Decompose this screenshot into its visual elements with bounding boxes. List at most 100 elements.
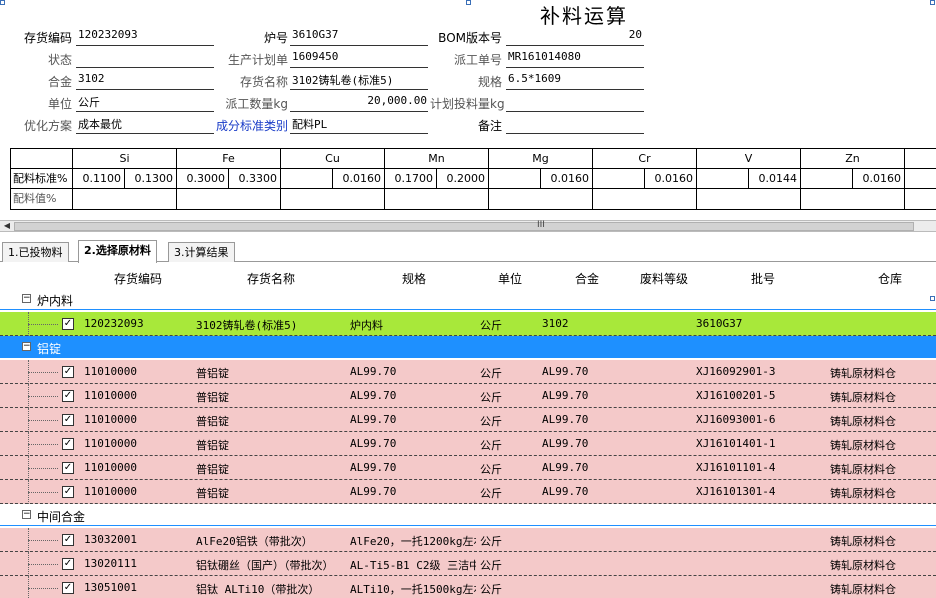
production-plan-field[interactable]: 1609450 [290,50,428,68]
std-min-cell[interactable] [905,169,936,189]
std-min-cell[interactable] [801,169,853,189]
row-checkbox[interactable]: ✓ [62,582,74,594]
std-min-cell[interactable] [697,169,749,189]
column-header[interactable]: 合金 [575,270,599,287]
planned-input-field[interactable] [506,94,644,112]
field-label: 优化方案 [23,119,72,133]
collapse-icon[interactable]: − [22,342,31,351]
group-header[interactable]: − 铝锭 [0,336,936,358]
cell-batch: XJ16101101-4 [696,461,776,474]
std-max-cell[interactable]: 0.0160 [333,169,385,189]
table-row[interactable]: ✓ 11010000 普铝锭 AL99.70 公斤 AL99.70 XJ16092901-3… [0,360,936,384]
cell-name: 普铝锭 [196,463,229,476]
tree-line [28,576,29,598]
group-header[interactable]: − 炉内料 [0,288,936,310]
table-row[interactable]: ✓ 13020111 铝钛硼丝（国产）（带批次） AL-Ti5-B1 C2级 三洁中公… [0,552,936,576]
resize-handle[interactable] [0,0,5,5]
table-row[interactable]: ✓ 13051001 铝钛 ALTi10（带批次） ALTi10，一托1500kg左右… [0,576,936,598]
row-checkbox[interactable]: ✓ [62,486,74,498]
cell-name: 普铝锭 [196,367,229,380]
std-min-cell[interactable]: 0.1100 [73,169,125,189]
value-cell[interactable] [73,189,177,209]
tab-calculation-results[interactable]: 3.计算结果 [168,242,235,262]
std-max-cell[interactable]: 0.0144 [749,169,801,189]
resize-handle[interactable] [466,0,471,5]
std-min-cell[interactable]: 0.1700 [385,169,437,189]
column-header[interactable]: 存货编码 [114,270,162,287]
collapse-icon[interactable]: − [22,294,31,303]
std-max-cell[interactable]: 0.1300 [125,169,177,189]
group-header[interactable]: − 中间合金 [0,504,936,526]
std-max-cell[interactable]: 0.0160 [853,169,905,189]
table-row[interactable]: ✓ 11010000 普铝锭 AL99.70 公斤 AL99.70 XJ16101101-4… [0,456,936,480]
column-header[interactable]: 批号 [751,270,775,287]
scroll-left-icon[interactable]: ◀ [1,221,13,231]
cell-code: 11010000 [84,437,137,450]
table-row[interactable]: ✓ 120232093 3102铸轧卷(标准5) 炉内料 公斤 3102 3610G37 [0,312,936,336]
value-cell[interactable] [593,189,697,209]
value-cell[interactable] [281,189,385,209]
std-min-cell[interactable]: 0.3000 [177,169,229,189]
inventory-code-field[interactable]: 120232093 [76,28,214,46]
row-checkbox[interactable]: ✓ [62,414,74,426]
composition-corner [11,149,73,169]
column-header[interactable]: 存货名称 [247,270,295,287]
furnace-no-field[interactable]: 3610G37 [290,28,428,46]
cell-unit: 公斤 [480,535,502,548]
scroll-thumb[interactable] [14,222,914,231]
dispatch-no-field[interactable]: MR161014080 [506,50,644,68]
row-checkbox[interactable]: ✓ [62,390,74,402]
table-row[interactable]: ✓ 13032001 AlFe20铝铁（带批次） AlFe20，一托1200kg左右公… [0,528,936,552]
row-checkbox[interactable]: ✓ [62,366,74,378]
column-header[interactable]: 单位 [498,270,522,287]
resize-handle[interactable] [930,0,935,5]
cell-code: 11010000 [84,413,137,426]
row-checkbox[interactable]: ✓ [62,558,74,570]
std-max-cell[interactable]: 0.2000 [437,169,489,189]
std-min-cell[interactable] [489,169,541,189]
value-cell[interactable] [801,189,905,209]
column-header[interactable]: 规格 [402,270,426,287]
remark-field[interactable] [506,116,644,134]
value-cell[interactable] [177,189,281,209]
value-cell[interactable] [697,189,801,209]
value-cell[interactable] [905,189,936,209]
std-min-cell[interactable] [593,169,645,189]
table-row[interactable]: ✓ 11010000 普铝锭 AL99.70 公斤 AL99.70 XJ16093001-6… [0,408,936,432]
dispatch-qty-field[interactable]: 20,000.00 [290,94,428,112]
status-field[interactable] [76,50,214,68]
row-checkbox[interactable]: ✓ [62,534,74,546]
row-checkbox[interactable]: ✓ [62,318,74,330]
form-row: 状态 生产计划单 1609450 派工单号 MR161014080 [0,48,936,70]
value-cell[interactable] [489,189,593,209]
cell-code: 11010000 [84,389,137,402]
std-max-cell[interactable]: 0.0160 [645,169,697,189]
column-header[interactable]: 废料等级 [640,270,688,287]
composition-standard-field[interactable]: 配料PL [290,116,428,134]
value-cell[interactable] [385,189,489,209]
inventory-name-field[interactable]: 3102铸轧卷(标准5) [290,72,428,90]
table-row[interactable]: ✓ 11010000 普铝锭 AL99.70 公斤 AL99.70 XJ16100201-5… [0,384,936,408]
optimization-field[interactable]: 成本最优 [76,116,214,134]
cell-name: 铝钛 ALTi10（带批次） [196,583,320,596]
std-max-cell[interactable]: 0.0160 [541,169,593,189]
bom-version-field[interactable]: 20 [506,28,644,46]
tab-invested-materials[interactable]: 1.已投物料 [2,242,69,262]
cell-code: 13051001 [84,581,137,594]
horizontal-scrollbar[interactable]: ◀ III [0,220,936,232]
table-row[interactable]: ✓ 11010000 普铝锭 AL99.70 公斤 AL99.70 XJ16101301-4… [0,480,936,504]
alloy-field[interactable]: 3102 [76,72,214,90]
cell-name: 普铝锭 [196,487,229,500]
composition-standard-link[interactable]: 成分标准类别 [210,117,288,134]
collapse-icon[interactable]: − [22,510,31,519]
table-row[interactable]: ✓ 11010000 普铝锭 AL99.70 公斤 AL99.70 XJ16101401-1… [0,432,936,456]
row-checkbox[interactable]: ✓ [62,462,74,474]
tree-line [28,564,58,565]
std-min-cell[interactable] [281,169,333,189]
row-checkbox[interactable]: ✓ [62,438,74,450]
tab-select-raw-materials[interactable]: 2.选择原材料 [78,240,157,263]
column-header[interactable]: 仓库 [878,270,902,287]
std-max-cell[interactable]: 0.3300 [229,169,281,189]
unit-field[interactable]: 公斤 [76,94,214,112]
spec-field[interactable]: 6.5*1609 [506,72,644,90]
